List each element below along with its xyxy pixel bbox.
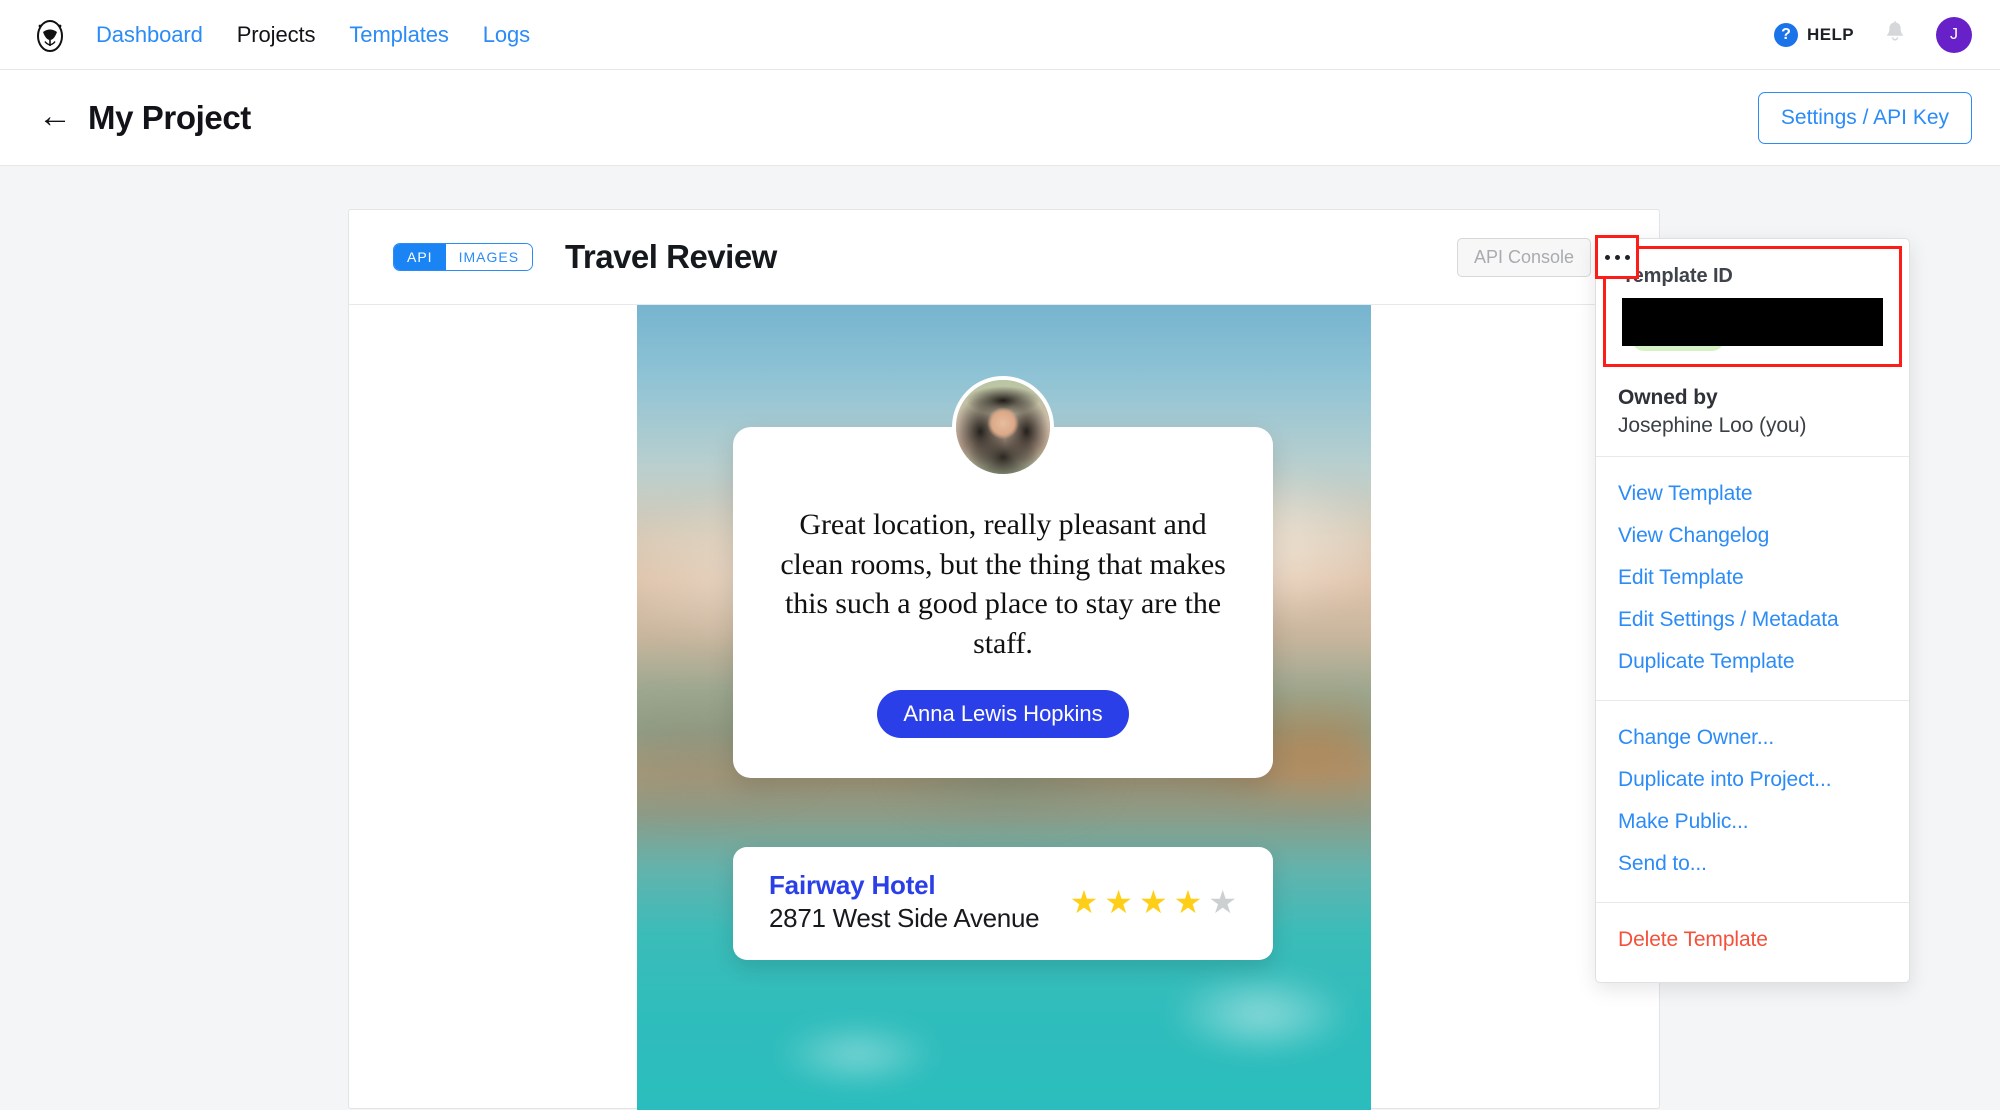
star-icon-empty: ★ — [1208, 883, 1237, 920]
hotel-info-text: Fairway Hotel 2871 West Side Avenue — [769, 869, 1040, 934]
review-author-badge: Anna Lewis Hopkins — [877, 690, 1129, 739]
api-images-segmented-control[interactable]: API IMAGES — [393, 243, 534, 271]
user-avatar[interactable]: J — [1936, 16, 1972, 53]
nav-link-projects[interactable]: Projects — [237, 22, 316, 48]
menu-item-send-to[interactable]: Send to... — [1596, 843, 1909, 885]
menu-item-edit-settings-metadata[interactable]: Edit Settings / Metadata — [1596, 599, 1909, 641]
template-title: Travel Review — [565, 238, 777, 275]
star-icon-filled: ★ — [1104, 883, 1133, 920]
menu-section-danger: Delete Template — [1596, 902, 1909, 978]
template-id-section: Template ID — [1603, 246, 1902, 367]
hotel-name: Fairway Hotel — [769, 870, 936, 900]
rating-stars: ★ ★ ★ ★ ★ — [1070, 886, 1237, 918]
help-label: HELP — [1807, 24, 1854, 44]
segment-option-images[interactable]: IMAGES — [445, 244, 533, 270]
menu-item-delete-template[interactable]: Delete Template — [1596, 919, 1909, 961]
menu-item-edit-template[interactable]: Edit Template — [1596, 557, 1909, 599]
star-icon-filled: ★ — [1138, 883, 1168, 920]
nav-right-group: ? HELP J — [1774, 16, 1972, 53]
template-card-header: API IMAGES Travel Review API Console — [349, 210, 1659, 305]
help-button[interactable]: ? HELP — [1774, 22, 1854, 47]
segment-option-api[interactable]: API — [394, 244, 446, 270]
menu-item-view-template[interactable]: View Template — [1596, 473, 1909, 515]
hotel-info-card: Fairway Hotel 2871 West Side Avenue ★ ★ … — [733, 847, 1273, 960]
owned-by-section: Owned by Josephine Loo (you) — [1596, 374, 1909, 456]
template-options-menu: Template ID Owned by Josephine Loo (you)… — [1595, 238, 1910, 983]
nav-link-logs[interactable]: Logs — [483, 22, 530, 48]
star-icon-filled: ★ — [1069, 883, 1099, 920]
owner-name: Josephine Loo (you) — [1618, 414, 1807, 437]
project-header: ← My Project Settings / API Key — [0, 70, 2000, 166]
template-id-value-redacted[interactable] — [1622, 298, 1883, 346]
nav-link-dashboard[interactable]: Dashboard — [96, 22, 203, 48]
template-card: API IMAGES Travel Review API Console Gre… — [348, 209, 1660, 1110]
menu-section-secondary: Change Owner... Duplicate into Project..… — [1596, 700, 1909, 902]
menu-section-primary: View Template View Changelog Edit Templa… — [1596, 456, 1909, 700]
top-navigation-bar: Dashboard Projects Templates Logs ? HELP… — [0, 0, 2000, 70]
template-preview-area: Great location, really pleasant and clea… — [349, 305, 1659, 1110]
review-quote-card: Great location, really pleasant and clea… — [733, 376, 1273, 779]
review-quote-text: Great location, really pleasant and clea… — [780, 508, 1226, 660]
template-card-actions: API Console — [1456, 235, 1639, 279]
page-title: My Project — [88, 98, 251, 136]
menu-item-change-owner[interactable]: Change Owner... — [1596, 717, 1909, 759]
settings-api-key-button[interactable]: Settings / API Key — [1757, 91, 1972, 144]
ellipsis-icon[interactable] — [1595, 235, 1639, 279]
person-photo-avatar — [952, 376, 1054, 478]
template-id-label: Template ID — [1622, 265, 1733, 287]
hotel-address: 2871 West Side Avenue — [769, 902, 1040, 933]
menu-item-duplicate-template[interactable]: Duplicate Template — [1596, 641, 1909, 683]
menu-item-duplicate-into-project[interactable]: Duplicate into Project... — [1596, 759, 1909, 801]
star-icon-filled: ★ — [1173, 883, 1203, 920]
owned-by-label: Owned by — [1618, 386, 1718, 409]
api-console-button[interactable]: API Console — [1456, 237, 1591, 277]
menu-item-view-changelog[interactable]: View Changelog — [1596, 515, 1909, 557]
nav-link-templates[interactable]: Templates — [349, 22, 448, 48]
menu-item-make-public[interactable]: Make Public... — [1596, 801, 1909, 843]
page-body: API IMAGES Travel Review API Console Gre… — [0, 166, 2000, 1110]
nav-links: Dashboard Projects Templates Logs — [96, 22, 530, 48]
preview-image: Great location, really pleasant and clea… — [637, 305, 1371, 1110]
bell-icon[interactable] — [1884, 20, 1906, 49]
question-mark-icon: ? — [1774, 22, 1799, 47]
back-arrow-icon[interactable]: ← — [38, 99, 72, 133]
app-logo-icon[interactable] — [30, 15, 70, 55]
